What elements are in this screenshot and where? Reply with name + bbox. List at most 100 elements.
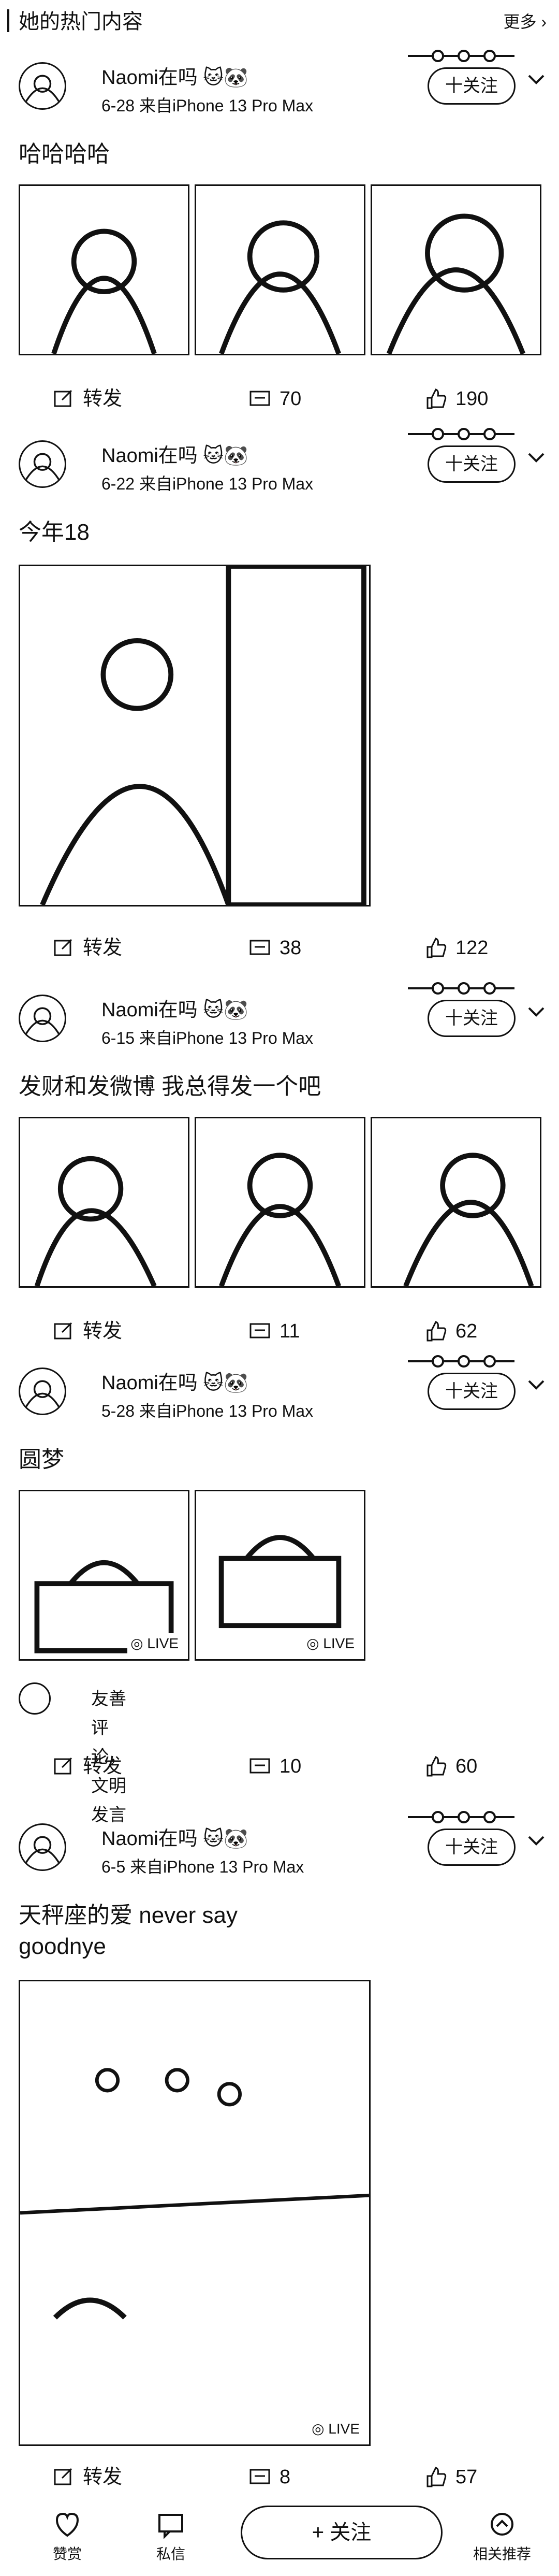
post-actions: 转发 8 57 [0,2462,559,2493]
repost-button[interactable]: 转发 [52,932,122,963]
related-button[interactable]: 相关推荐 [455,2510,549,2564]
post-card: Naomi在吗 🐱🐼 6-5 来自iPhone 13 Pro Max 十关注 天… [0,1811,559,2493]
post-text: 今年18 [19,520,90,545]
comment-icon [249,1758,270,1774]
panda-emoji-icon: 🐼 [224,999,248,1021]
repost-button[interactable]: 转发 [52,1316,122,1347]
post-meta: 6-15 来自iPhone 13 Pro Max [101,1028,313,1048]
like-button[interactable]: 190 [424,383,488,414]
badge-icon [408,428,514,440]
live-icon: ◎ [312,2421,325,2437]
follow-button[interactable]: 十关注 [428,67,516,105]
comment-icon [249,2469,270,2484]
repost-button[interactable]: 转发 [52,1751,122,1782]
live-icon: ◎ [130,1635,143,1651]
cat-emoji-icon: 🐱 [203,1828,224,1850]
tip-button[interactable]: 赞赏 [21,2510,114,2564]
comment-button[interactable]: 11 [248,1316,300,1347]
username[interactable]: Naomi在吗 🐱🐼 [101,998,248,1023]
post-image[interactable] [371,184,541,355]
comment-icon [249,391,270,406]
post-image[interactable] [195,184,365,355]
comment-button[interactable]: 10 [248,1751,301,1782]
post-device: 来自iPhone 13 Pro Max [139,1029,314,1047]
repost-icon [54,1322,72,1340]
repost-icon [54,2468,72,2485]
comment-icon [249,940,270,955]
post-date: 5-28 [101,1402,135,1420]
panda-emoji-icon: 🐼 [224,1372,248,1394]
thumbs-up-icon [426,1321,447,1342]
avatar[interactable] [19,995,66,1042]
header-accent-bar [7,9,9,32]
post-meta: 6-28 来自iPhone 13 Pro Max [101,95,313,116]
follow-button[interactable]: 十关注 [428,1000,516,1037]
post-meta: 6-5 来自iPhone 13 Pro Max [101,1857,304,1877]
post-meta: 6-22 来自iPhone 13 Pro Max [101,473,313,494]
chevron-down-icon[interactable] [526,71,547,88]
post-device: 来自iPhone 13 Pro Max [139,1402,314,1420]
weibo-profile-hot-content: 她的热门内容 更多 › Naomi在吗 🐱🐼 6-28 来自iPhone 13 … [0,0,559,2576]
follow-button[interactable]: 十关注 [428,1829,516,1866]
username[interactable]: Naomi在吗 🐱🐼 [101,1826,248,1851]
post-device: 来自iPhone 13 Pro Max [130,1858,304,1876]
follow-button[interactable]: 十关注 [428,445,516,483]
avatar[interactable] [19,62,66,110]
badge-icon [408,1355,514,1368]
post-image[interactable] [19,1117,189,1288]
section-title: 她的热门内容 [19,10,143,33]
comment-icon [249,1323,270,1339]
username[interactable]: Naomi在吗 🐱🐼 [101,65,248,90]
repost-button[interactable]: 转发 [52,2462,122,2493]
panda-emoji-icon: 🐼 [224,1828,248,1850]
cat-emoji-icon: 🐱 [203,1372,224,1394]
post-device: 来自iPhone 13 Pro Max [139,474,314,493]
post-image[interactable] [19,565,371,906]
chevron-up-circle-icon [491,2513,513,2536]
comment-button[interactable]: 38 [248,932,301,963]
chevron-right-icon: › [541,12,547,31]
thumbs-up-icon [426,1756,447,1777]
username[interactable]: Naomi在吗 🐱🐼 [101,1371,248,1395]
message-icon [158,2514,183,2539]
message-button[interactable]: 私信 [124,2510,217,2564]
post-text: 发财和发微博 我总得发一个吧 [19,1074,321,1099]
thumbs-up-icon [426,388,447,409]
thumbs-up-icon [426,938,447,958]
avatar[interactable] [19,1368,66,1415]
comment-button[interactable]: 70 [248,383,301,414]
post-image[interactable] [195,1117,365,1288]
chevron-down-icon[interactable] [526,1004,547,1020]
cat-emoji-icon: 🐱 [203,445,224,467]
like-button[interactable]: 60 [424,1751,477,1782]
badge-icon [408,1811,514,1823]
follow-button[interactable]: 十关注 [428,1373,516,1410]
post-image[interactable] [19,184,189,355]
like-button[interactable]: 62 [424,1316,477,1347]
panda-emoji-icon: 🐼 [224,67,248,89]
chevron-down-icon[interactable] [526,450,547,466]
avatar[interactable] [19,1823,66,1871]
live-photo[interactable]: ◎ LIVE [19,1980,371,2446]
more-link[interactable]: 更多 › [503,10,547,33]
follow-pill-button[interactable]: + 关注 [241,2506,443,2559]
post-text-line1: 天秤座的爱 never say [19,1903,238,1928]
post-device: 来自iPhone 13 Pro Max [139,96,314,115]
like-button[interactable]: 122 [424,932,488,963]
live-photo[interactable]: ◎ LIVE [19,1490,189,1661]
repost-button[interactable]: 转发 [52,383,122,414]
badge-icon [408,50,514,62]
tip-icon [55,2512,79,2537]
post-image[interactable] [371,1117,541,1288]
cat-emoji-icon: 🐱 [203,999,224,1021]
post-date: 6-5 [101,1858,126,1876]
avatar[interactable] [19,440,66,488]
post-card: Naomi在吗 🐱🐼 6-22 来自iPhone 13 Pro Max 十关注 … [0,428,559,959]
like-button[interactable]: 57 [424,2462,477,2493]
username[interactable]: Naomi在吗 🐱🐼 [101,443,248,468]
post-date: 6-28 [101,96,135,115]
chevron-down-icon[interactable] [526,1833,547,1849]
comment-button[interactable]: 8 [248,2462,290,2493]
chevron-down-icon[interactable] [526,1377,547,1393]
live-photo[interactable]: ◎ LIVE [195,1490,365,1661]
